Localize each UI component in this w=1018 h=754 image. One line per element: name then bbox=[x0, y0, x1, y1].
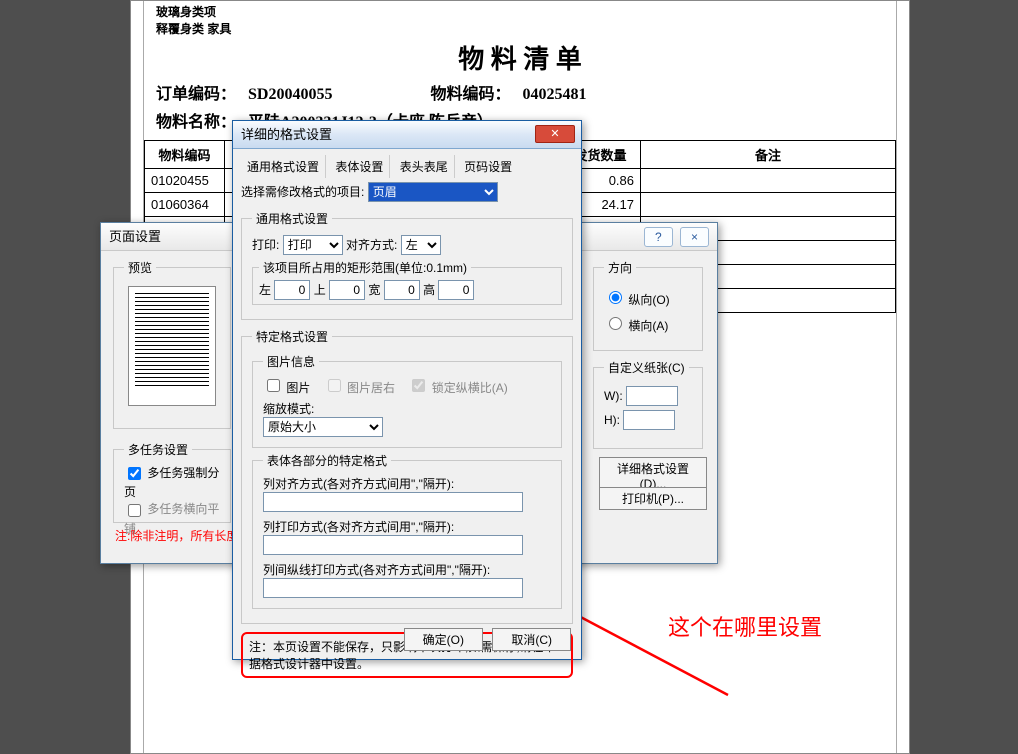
scale-label: 缩放模式: bbox=[263, 402, 314, 416]
align-dropdown[interactable]: 左 bbox=[401, 235, 441, 255]
printer-button[interactable]: 打印机(P)... bbox=[599, 487, 707, 510]
paper-w-input[interactable] bbox=[626, 386, 678, 406]
rect-t-label: 上 bbox=[314, 283, 326, 297]
doc-title: 物 料 清 单 bbox=[144, 39, 896, 76]
orientation-fieldset: 方向 纵向(O) 横向(A) bbox=[593, 259, 703, 351]
align-label: 对齐方式: bbox=[346, 238, 397, 252]
detail-format-title: 详细的格式设置 bbox=[241, 127, 332, 142]
rect-w-label: 宽 bbox=[368, 283, 380, 297]
select-item-row: 选择需修改格式的项目: 页眉 bbox=[241, 182, 573, 202]
close-button[interactable]: × bbox=[680, 227, 709, 247]
doc-header-1: 订单编码： SD20040055 物料编码： 04025481 bbox=[156, 80, 884, 104]
preview-fieldset: 预览 bbox=[113, 259, 231, 429]
tab-body[interactable]: 表体设置 bbox=[329, 155, 390, 178]
print-label: 打印: bbox=[252, 238, 279, 252]
select-item-dropdown[interactable]: 页眉 bbox=[368, 182, 498, 202]
h-label: H): bbox=[604, 413, 620, 427]
print-dropdown[interactable]: 打印 bbox=[283, 235, 343, 255]
radio-portrait-label: 纵向(O) bbox=[628, 293, 669, 307]
annotation-text: 这个在哪里设置 bbox=[668, 610, 822, 642]
chk-lock bbox=[412, 379, 425, 392]
chk-lock-label: 锁定纵横比(A) bbox=[432, 381, 508, 395]
help-button[interactable]: ? bbox=[644, 227, 673, 247]
col-code: 物料编码 bbox=[145, 141, 225, 169]
matno-label: 物料编码： bbox=[430, 80, 518, 104]
radio-landscape-label: 横向(A) bbox=[628, 319, 668, 333]
page-setup-note: 注:除非注明，所有长度 bbox=[115, 527, 238, 544]
tab-headfoot[interactable]: 表头表尾 bbox=[394, 155, 455, 178]
rect-h-input[interactable] bbox=[438, 280, 474, 300]
chk-tile[interactable] bbox=[128, 504, 141, 517]
matno-value: 04025481 bbox=[522, 86, 586, 103]
specific-fieldset: 特定格式设置 图片信息 图片 图片居右 锁定纵横比(A) 缩放模式: 原始大小 … bbox=[241, 328, 573, 624]
general-legend: 通用格式设置 bbox=[252, 210, 332, 227]
chk-pic[interactable] bbox=[267, 379, 280, 392]
custom-legend: 自定义纸张(C) bbox=[604, 359, 689, 376]
chk-force-page[interactable] bbox=[128, 467, 141, 480]
preview-thumb bbox=[128, 286, 216, 406]
row-vline-input[interactable] bbox=[263, 578, 523, 598]
ok-button[interactable]: 确定(O) bbox=[404, 628, 483, 651]
multitask-legend: 多任务设置 bbox=[124, 441, 192, 458]
preview-legend: 预览 bbox=[124, 259, 156, 276]
rect-h-label: 高 bbox=[423, 283, 435, 297]
tab-pageno[interactable]: 页码设置 bbox=[458, 155, 518, 178]
rect-l-label: 左 bbox=[259, 283, 271, 297]
rect-fieldset: 该项目所占用的矩形范围(单位:0.1mm) 左 上 宽 高 bbox=[252, 259, 562, 305]
w-label: W): bbox=[604, 389, 623, 403]
row-vline-label: 列间纵线打印方式(各对齐方式间用","隔开): bbox=[263, 561, 551, 578]
tabs: 通用格式设置 表体设置 表头表尾 页码设置 bbox=[233, 149, 581, 178]
chk-picpos bbox=[328, 379, 341, 392]
rect-w-input[interactable] bbox=[384, 280, 420, 300]
doc-corner: 玻璃身类项 释覆身类 家具 bbox=[156, 3, 884, 37]
page-setup-buttons: ? × bbox=[640, 227, 709, 247]
cell-code: 01020455 bbox=[145, 169, 225, 193]
paper-h-input[interactable] bbox=[623, 410, 675, 430]
row-align-input[interactable] bbox=[263, 492, 523, 512]
row-print-input[interactable] bbox=[263, 535, 523, 555]
multitask-fieldset: 多任务设置 多任务强制分页 多任务横向平铺 bbox=[113, 441, 231, 523]
col-remark: 备注 bbox=[641, 141, 896, 169]
matname-label: 物料名称： bbox=[156, 108, 244, 132]
specific-legend: 特定格式设置 bbox=[252, 328, 332, 345]
rect-legend: 该项目所占用的矩形范围(单位:0.1mm) bbox=[259, 259, 471, 276]
detail-format-dialog: 详细的格式设置 ✕ 通用格式设置 表体设置 表头表尾 页码设置 选择需修改格式的… bbox=[232, 120, 582, 660]
picinfo-legend: 图片信息 bbox=[263, 353, 319, 370]
detail-format-titlebar: 详细的格式设置 ✕ bbox=[233, 121, 581, 149]
cancel-button[interactable]: 取消(C) bbox=[492, 628, 571, 651]
tablepart-legend: 表体各部分的特定格式 bbox=[263, 452, 391, 469]
tablepart-fieldset: 表体各部分的特定格式 列对齐方式(各对齐方式间用","隔开): 列打印方式(各对… bbox=[252, 452, 562, 609]
rect-l-input[interactable] bbox=[274, 280, 310, 300]
tab-general[interactable]: 通用格式设置 bbox=[241, 155, 326, 178]
chk-picpos-label: 图片居右 bbox=[347, 381, 395, 395]
picinfo-fieldset: 图片信息 图片 图片居右 锁定纵横比(A) 缩放模式: 原始大小 bbox=[252, 353, 562, 448]
close-icon[interactable]: ✕ bbox=[535, 125, 575, 143]
row-align-label: 列对齐方式(各对齐方式间用","隔开): bbox=[263, 475, 551, 492]
select-item-label: 选择需修改格式的项目: bbox=[241, 185, 364, 199]
scale-dropdown[interactable]: 原始大小 bbox=[263, 417, 383, 437]
general-fieldset: 通用格式设置 打印: 打印 对齐方式: 左 该项目所占用的矩形范围(单位:0.1… bbox=[241, 210, 573, 320]
row-print-label: 列打印方式(各对齐方式间用","隔开): bbox=[263, 518, 551, 535]
order-label: 订单编码： bbox=[156, 80, 244, 104]
cell-code: 01060364 bbox=[145, 193, 225, 217]
order-value: SD20040055 bbox=[248, 86, 332, 103]
orientation-legend: 方向 bbox=[604, 259, 636, 276]
radio-portrait[interactable] bbox=[609, 291, 622, 304]
custom-paper-fieldset: 自定义纸张(C) W): H): bbox=[593, 359, 703, 449]
chk-pic-label: 图片 bbox=[286, 381, 310, 395]
rect-t-input[interactable] bbox=[329, 280, 365, 300]
radio-landscape[interactable] bbox=[609, 317, 622, 330]
dialog-footer: 确定(O) 取消(C) bbox=[398, 628, 571, 651]
